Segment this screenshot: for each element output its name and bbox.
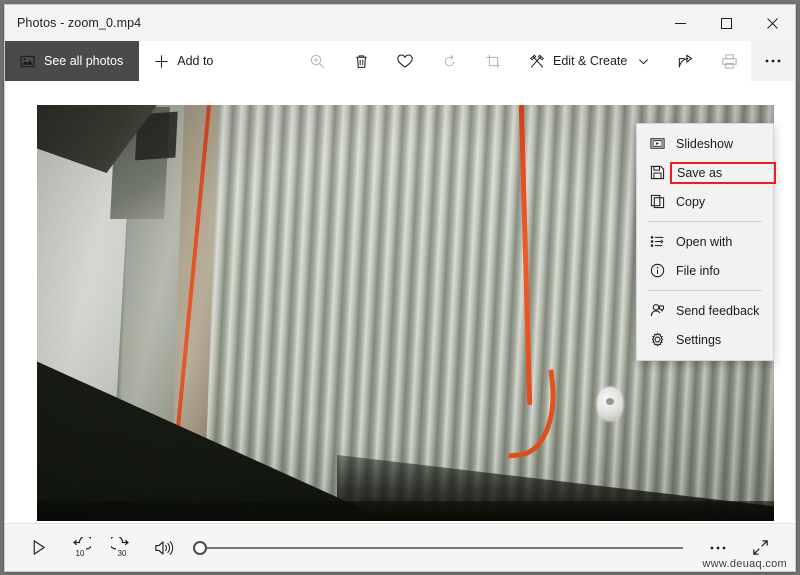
maximize-button[interactable] <box>703 5 749 41</box>
info-icon <box>649 263 665 279</box>
menu-item-copy[interactable]: Copy <box>637 187 773 216</box>
print-button[interactable] <box>707 41 751 81</box>
menu-item-send-feedback[interactable]: Send feedback <box>637 296 773 325</box>
photo-bottom-shadow <box>37 501 774 521</box>
window-title: Photos - zoom_0.mp4 <box>17 16 142 30</box>
slideshow-icon <box>649 136 665 152</box>
svg-text:10: 10 <box>76 549 85 558</box>
menu-item-file-info[interactable]: File info <box>637 256 773 285</box>
wall-outlet-fixture <box>597 387 623 421</box>
delete-button[interactable] <box>339 41 383 81</box>
gear-icon <box>649 332 665 348</box>
edit-create-icon <box>529 53 545 69</box>
menu-item-save-as[interactable]: Save as <box>637 158 777 187</box>
add-to-label: Add to <box>177 54 214 68</box>
add-to-button[interactable]: Add to <box>139 41 227 81</box>
edit-create-label: Edit & Create <box>553 54 628 68</box>
seek-track <box>201 546 683 549</box>
save-icon <box>649 165 665 181</box>
menu-item-open-with[interactable]: Open with <box>637 227 773 256</box>
open-with-icon <box>649 234 665 250</box>
rotate-button[interactable] <box>427 41 471 81</box>
seek-thumb[interactable] <box>193 540 207 555</box>
copy-icon <box>649 194 665 210</box>
share-button[interactable] <box>663 41 707 81</box>
app-toolbar: See all photos Add to Edit & Create <box>5 41 795 81</box>
menu-label-send-feedback: Send feedback <box>676 303 760 318</box>
volume-button[interactable] <box>143 526 185 570</box>
see-all-photos-button[interactable]: See all photos <box>5 41 140 81</box>
toolbar-right-group <box>663 41 795 81</box>
play-button[interactable] <box>17 526 59 570</box>
forward-30-button[interactable]: 30 <box>101 526 143 570</box>
minimize-button[interactable] <box>657 5 703 41</box>
svg-text:30: 30 <box>118 549 127 558</box>
menu-label-save-as: Save as <box>669 161 777 184</box>
menu-label-copy: Copy <box>676 194 706 209</box>
seek-slider[interactable] <box>193 526 683 570</box>
chevron-down-icon <box>635 53 651 69</box>
close-button[interactable] <box>749 5 795 41</box>
feedback-icon <box>649 303 665 319</box>
menu-separator-2 <box>648 290 762 291</box>
menu-item-settings[interactable]: Settings <box>637 325 773 354</box>
window-controls <box>657 5 795 41</box>
edit-create-button[interactable]: Edit & Create <box>515 41 665 81</box>
photos-app-window: Photos - zoom_0.mp4 See all photos Add t… <box>4 4 796 572</box>
menu-label-file-info: File info <box>676 263 720 278</box>
video-player-controls: 10 30 www.deuaq.com <box>5 523 795 571</box>
see-all-photos-label: See all photos <box>44 54 124 68</box>
menu-label-slideshow: Slideshow <box>676 136 733 151</box>
see-more-button[interactable] <box>751 41 795 81</box>
crop-button[interactable] <box>471 41 515 81</box>
site-watermark: www.deuaq.com <box>702 558 787 570</box>
title-bar: Photos - zoom_0.mp4 <box>5 5 795 41</box>
orange-cable-vertical <box>518 105 533 405</box>
toolbar-center-group: Edit & Create <box>295 41 665 81</box>
rewind-10-button[interactable]: 10 <box>59 526 101 570</box>
plus-icon <box>153 53 169 69</box>
orange-cable-curve <box>499 369 563 459</box>
menu-separator-1 <box>648 221 762 222</box>
menu-label-open-with: Open with <box>676 234 733 249</box>
toolbar-left-group: See all photos Add to <box>5 41 227 81</box>
menu-label-settings: Settings <box>676 332 722 347</box>
photo-viewer-stage: Slideshow Save as Copy Open with File in… <box>5 81 795 523</box>
menu-item-slideshow[interactable]: Slideshow <box>637 129 773 158</box>
favorite-button[interactable] <box>383 41 427 81</box>
see-more-context-menu: Slideshow Save as Copy Open with File in… <box>636 123 777 361</box>
zoom-in-button[interactable] <box>295 41 339 81</box>
photos-library-icon <box>19 53 35 69</box>
